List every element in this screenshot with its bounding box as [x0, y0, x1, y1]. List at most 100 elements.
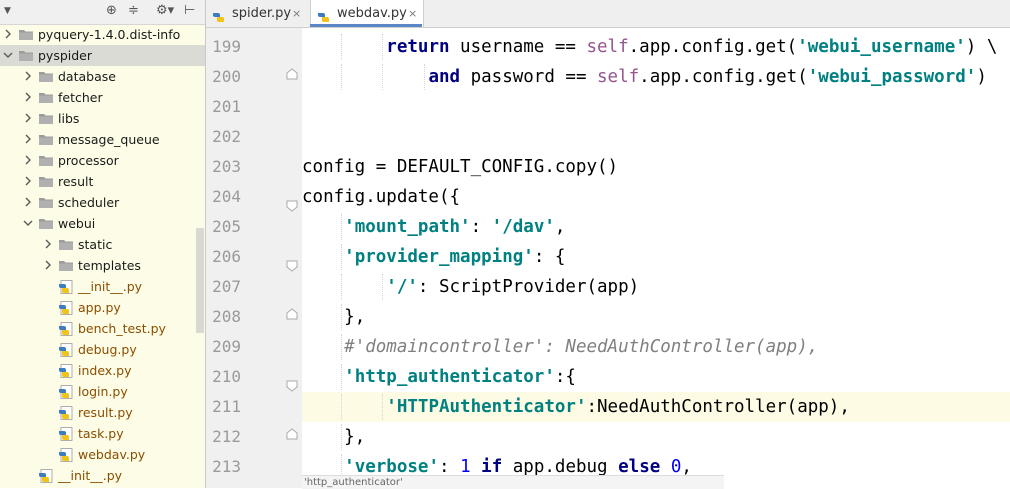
code-line[interactable] — [302, 92, 1010, 122]
chevron-right-icon[interactable] — [23, 155, 33, 165]
code-token: , — [681, 457, 692, 477]
code-token: 'provider_mapping' — [344, 247, 534, 267]
code-line[interactable]: config = DEFAULT_CONFIG.copy() — [302, 152, 1010, 182]
code-line[interactable]: 'provider_mapping': { — [302, 242, 1010, 272]
tree-file-item[interactable]: login.py — [0, 381, 205, 402]
code-line[interactable]: return username == self.app.config.get('… — [302, 32, 1010, 62]
tree-folder-item[interactable]: pyquery-1.4.0.dist-info — [0, 24, 205, 45]
code-token: self — [597, 67, 640, 87]
chevron-right-icon[interactable] — [43, 260, 53, 270]
tree-file-item[interactable]: app.py — [0, 297, 205, 318]
gear-icon[interactable]: ⚙▾ — [156, 3, 174, 19]
code-token: 'webui_username' — [797, 37, 966, 57]
hide-icon[interactable]: ⊢ — [184, 3, 195, 19]
code-token: 0 — [670, 457, 682, 477]
code-line[interactable]: 'mount_path': '/dav', — [302, 212, 1010, 242]
chevron-right-icon[interactable] — [23, 197, 33, 207]
tree-file-item[interactable]: debug.py — [0, 339, 205, 360]
chevron-right-icon[interactable] — [3, 29, 13, 39]
tree-folder-item[interactable]: fetcher — [0, 87, 205, 108]
chevron-right-icon[interactable] — [23, 92, 33, 102]
chevron-right-icon[interactable] — [23, 176, 33, 186]
code-line[interactable]: config.update({ — [302, 182, 1010, 212]
tree-item-label: message_queue — [58, 132, 160, 147]
line-number: 210 — [212, 367, 241, 386]
code-token: 'verbose' — [344, 457, 439, 477]
chevron-right-icon[interactable] — [43, 239, 53, 249]
chevron-right-icon[interactable] — [23, 113, 33, 123]
crosshair-icon[interactable]: ⊕ — [106, 3, 117, 19]
tree-folder-item[interactable]: processor — [0, 150, 205, 171]
tab-label: spider.py — [232, 6, 292, 21]
close-icon[interactable]: × — [408, 0, 417, 27]
tree-item-label: webui — [58, 216, 96, 231]
python-file-icon — [58, 406, 74, 420]
tree-folder-item[interactable]: libs — [0, 108, 205, 129]
tree-item-label: __init__.py — [78, 279, 143, 294]
indent-guide — [382, 34, 384, 60]
tree-file-item[interactable]: result.py — [0, 402, 205, 423]
code-editor[interactable]: return username == self.app.config.get('… — [302, 28, 1010, 488]
tree-folder-item[interactable]: result — [0, 171, 205, 192]
close-icon[interactable]: × — [292, 0, 301, 27]
chevron-right-icon[interactable] — [23, 71, 33, 81]
line-number: 201 — [212, 97, 241, 116]
fold-end-icon[interactable] — [286, 305, 298, 320]
tree-folder-item[interactable]: scheduler — [0, 192, 205, 213]
tree-file-item[interactable]: __init__.py — [0, 276, 205, 297]
code-line[interactable]: and password == self.app.config.get('web… — [302, 62, 1010, 92]
tree-scrollbar[interactable] — [196, 228, 204, 333]
fold-end-icon[interactable] — [286, 425, 298, 440]
code-line[interactable]: 'http_authenticator':{ — [302, 362, 1010, 392]
tree-item-label: bench_test.py — [78, 321, 166, 336]
tree-file-item[interactable]: __init__.py — [0, 465, 205, 486]
tree-file-item[interactable]: index.py — [0, 360, 205, 381]
tab-webdav-py[interactable]: webdav.py × — [310, 0, 424, 27]
fold-start-icon[interactable] — [286, 197, 298, 212]
indent-guide — [341, 304, 343, 330]
line-number-gutter[interactable]: 199 200 201 202 203 204 205 206 207 208 209 210 211 2… — [206, 28, 302, 488]
python-file-icon — [317, 7, 331, 22]
dropdown-icon[interactable]: ▼ — [4, 6, 11, 16]
code-token: }, — [344, 427, 366, 447]
tree-folder-item[interactable]: templates — [0, 255, 205, 276]
tree-file-item[interactable]: task.py — [0, 423, 205, 444]
tree-folder-item[interactable]: message_queue — [0, 129, 205, 150]
indent-guide — [341, 364, 343, 390]
code-line[interactable]: 'HTTPAuthenticator':NeedAuthController(a… — [302, 392, 1010, 422]
chevron-down-icon[interactable] — [23, 218, 33, 228]
tree-file-item[interactable]: bench_test.py — [0, 318, 205, 339]
fold-end-icon[interactable] — [286, 65, 298, 80]
fold-start-icon[interactable] — [286, 377, 298, 392]
code-line[interactable]: '/': ScriptProvider(app) — [302, 272, 1010, 302]
tree-folder-item[interactable]: webui — [0, 213, 205, 234]
tree-file-item[interactable]: webdav.py — [0, 444, 205, 465]
chevron-down-icon[interactable] — [3, 50, 13, 60]
code-token: , — [554, 217, 566, 237]
code-line[interactable] — [302, 122, 1010, 152]
code-line[interactable]: }, — [302, 302, 1010, 332]
tree-item-label: fetcher — [58, 90, 103, 105]
code-line[interactable]: }, — [302, 422, 1010, 452]
code-token: :{ — [554, 367, 576, 387]
line-number: 203 — [212, 157, 241, 176]
indent-guide — [382, 64, 384, 90]
tree-folder-item[interactable]: pyspider — [0, 45, 205, 66]
code-line[interactable]: #'domaincontroller': NeedAuthController(… — [302, 332, 1010, 362]
code-token: '/' — [386, 277, 418, 297]
tab-spider-py[interactable]: spider.py × — [206, 0, 309, 27]
breadcrumb[interactable]: 'http_authenticator' — [302, 475, 724, 489]
indent-guide — [341, 334, 343, 360]
tree-folder-item[interactable]: static — [0, 234, 205, 255]
code-token: return — [386, 37, 450, 57]
chevron-right-icon[interactable] — [23, 134, 33, 144]
folder-icon — [38, 133, 54, 146]
code-token: 'webui_password' — [807, 67, 977, 87]
tree-item-label: processor — [58, 153, 119, 168]
indent-guide — [382, 394, 384, 420]
fold-start-icon[interactable] — [286, 257, 298, 272]
python-file-icon — [58, 364, 74, 378]
collapse-icon[interactable]: ≑ — [128, 3, 139, 19]
tree-item-label: app.py — [78, 300, 121, 315]
tree-folder-item[interactable]: database — [0, 66, 205, 87]
